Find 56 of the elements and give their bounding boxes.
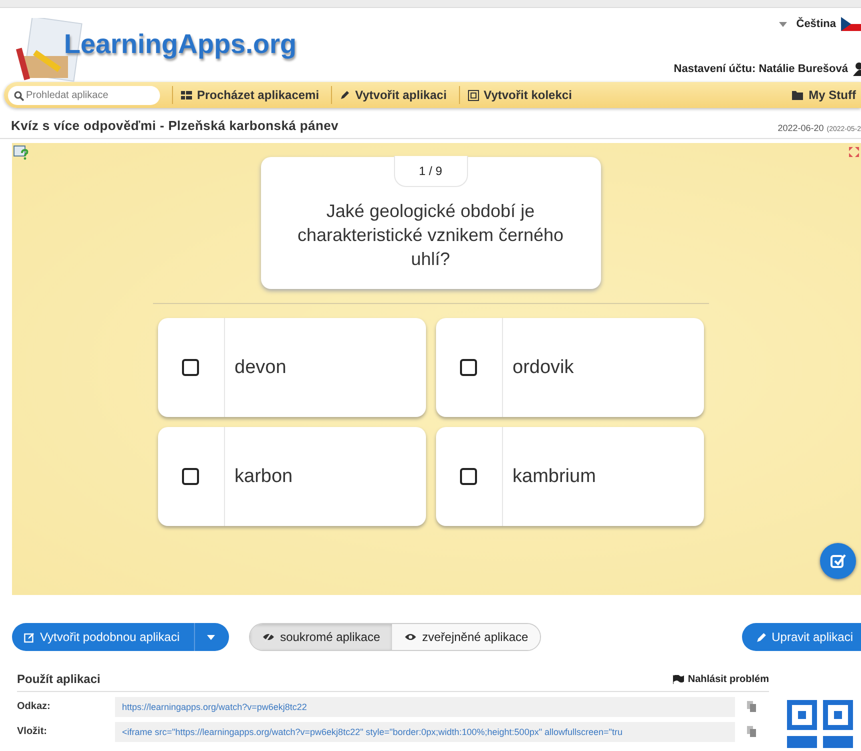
nav-link[interactable]: Vytvořit aplikaci xyxy=(340,88,447,102)
caret-icon xyxy=(779,22,788,26)
copy-icon[interactable] xyxy=(747,726,756,737)
code-field[interactable]: <iframe src="https://learningapps.org/watch?v=pw6ekj8tc22" style="border:0px;width:100%;height:500px" allowfullscreen="tru xyxy=(115,722,735,742)
field-label: Odkaz: xyxy=(17,701,52,712)
create-similar-button[interactable]: Vytvořit podobnou aplikaci xyxy=(12,623,195,651)
answer-text: kambrium xyxy=(512,464,596,488)
account-settings-link[interactable]: Nastavení účtu: Natálie Burešová xyxy=(674,63,848,75)
checkbox[interactable] xyxy=(182,359,199,376)
fullscreen-icon[interactable] xyxy=(849,147,859,157)
flag-icon xyxy=(841,17,861,31)
checkbox[interactable] xyxy=(182,468,199,485)
code-field[interactable]: https://learningapps.org/watch?v=pw6ekj8tc22 xyxy=(115,696,735,716)
check-button[interactable] xyxy=(820,543,856,579)
answer-text: karbon xyxy=(234,464,293,488)
folder-icon xyxy=(792,90,804,100)
search-field[interactable]: Prohledat aplikace xyxy=(8,86,160,104)
help-icon[interactable] xyxy=(13,145,29,160)
language-selector[interactable]: Čeština xyxy=(796,18,836,30)
copy-icon[interactable] xyxy=(747,701,756,712)
checkbox[interactable] xyxy=(460,468,477,485)
answer-text: ordovik xyxy=(512,356,574,380)
person-icon xyxy=(853,62,861,76)
report-problem-link[interactable]: Nahlásit problém xyxy=(672,674,769,684)
flag-icon xyxy=(672,674,684,684)
question-counter: 1 / 9 xyxy=(394,156,468,187)
collection-icon xyxy=(468,90,479,100)
nav-link[interactable]: Procházet aplikacemi xyxy=(181,88,320,102)
edit-icon xyxy=(24,632,35,642)
visibility-toggle[interactable]: soukromé aplikace xyxy=(250,624,392,650)
my-stuff-link[interactable]: My Stuff xyxy=(792,88,856,102)
dropdown-button[interactable] xyxy=(194,623,229,651)
eye-icon xyxy=(404,632,418,642)
answer-option[interactable]: karbon xyxy=(158,427,426,526)
nav-link[interactable]: Vytvořit kolekci xyxy=(468,88,572,102)
search-icon xyxy=(14,90,24,100)
answer-option[interactable]: kambrium xyxy=(436,427,704,526)
app-title: Kvíz s více odpověďmi - Plzeňská karbonská pánev xyxy=(11,118,338,133)
caret-icon xyxy=(206,634,215,640)
grid-icon xyxy=(181,90,192,100)
answer-text: devon xyxy=(234,356,286,380)
check-icon xyxy=(830,553,846,569)
logo-text[interactable]: LearningApps.org xyxy=(64,29,297,60)
answer-option[interactable]: devon xyxy=(158,318,426,417)
checkbox[interactable] xyxy=(460,359,477,376)
pencil-icon xyxy=(756,632,767,642)
question-text: Jaké geologické období je charakteristické vznikem černého uhlí? xyxy=(296,200,565,271)
qr-code-icon[interactable] xyxy=(785,698,855,748)
answer-option[interactable]: ordovik xyxy=(436,318,704,417)
edit-app-button[interactable]: Upravit aplikaci xyxy=(742,623,861,651)
date-text: 2022-06-20 xyxy=(778,123,824,133)
section-heading: Použít aplikaci xyxy=(17,672,100,686)
field-label: Vložit: xyxy=(17,726,48,737)
visibility-toggle[interactable]: zveřejněné aplikace xyxy=(392,624,540,650)
pencil-icon xyxy=(340,90,350,100)
eye-slash-icon xyxy=(262,632,276,642)
